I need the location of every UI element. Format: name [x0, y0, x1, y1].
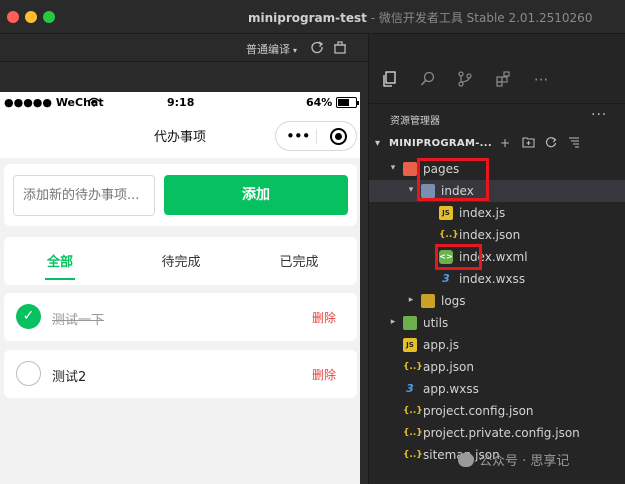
tree-item-label: project.config.json: [423, 404, 534, 418]
json-file-icon: {..}: [439, 230, 459, 240]
json-file-icon: {..}: [403, 450, 423, 460]
activity-bar: ···: [369, 34, 625, 104]
tab-completed[interactable]: 已完成: [254, 251, 344, 270]
tree-item-label: utils: [423, 316, 449, 330]
status-time: 9:18: [167, 96, 195, 109]
wifi-icon: [88, 97, 100, 107]
json-file-icon: {..}: [403, 406, 423, 416]
new-file-icon[interactable]: +: [497, 136, 513, 150]
folder-pages-icon: [403, 162, 417, 176]
tree-item-pages[interactable]: ▾ pages: [369, 158, 625, 180]
project-root-row[interactable]: ▾ MINIPROGRAM-... +: [369, 134, 625, 156]
tree-item-index[interactable]: ▾ index: [369, 180, 625, 202]
folder-logs-icon: [421, 294, 435, 308]
explorer-panel: ··· 资源管理器 ··· ▾ MINIPROGRAM-... + ▾ pages…: [368, 34, 625, 484]
phone-status-bar: ●●●●● WeChat 9:18 64%: [0, 92, 360, 114]
collapse-all-icon[interactable]: [566, 136, 582, 151]
todo-text: 测试2: [52, 370, 87, 385]
tree-item-label: logs: [441, 294, 466, 308]
delete-button[interactable]: 删除: [312, 309, 336, 326]
js-file-icon: JS: [403, 338, 417, 352]
project-name: MINIPROGRAM-...: [389, 138, 492, 149]
tree-item-index-json[interactable]: {..} index.json: [369, 224, 625, 246]
tree-item-label: project.private.config.json: [423, 426, 580, 440]
checked-circle-icon[interactable]: ✓: [16, 304, 41, 329]
todo-input[interactable]: [13, 175, 155, 216]
refresh-explorer-icon[interactable]: [543, 136, 559, 151]
todo-item: 测试2 删除: [4, 350, 357, 398]
folder-utils-icon: [403, 316, 417, 330]
close-window-button[interactable]: [7, 11, 19, 23]
index-wxml-highlight-box: [435, 244, 482, 270]
tree-item-label: app.json: [423, 360, 474, 374]
tree-item-index-wxml[interactable]: <> index.wxml: [369, 246, 625, 268]
new-folder-icon[interactable]: [520, 136, 536, 151]
capsule-divider: [316, 129, 317, 144]
tree-item-utils[interactable]: ▸ utils: [369, 312, 625, 334]
simulator-toolbar: 普通编译 ▾: [0, 34, 368, 62]
tree-item-app-js[interactable]: JS app.js: [369, 334, 625, 356]
chevron-right-icon[interactable]: ▸: [406, 295, 416, 305]
window-title: miniprogram-test - 微信开发者工具 Stable 2.01.2…: [248, 11, 593, 25]
battery-icon: [336, 97, 359, 108]
active-tab-indicator: [45, 278, 75, 280]
tree-item-label: index.wxss: [459, 272, 526, 286]
explorer-title: 资源管理器: [390, 116, 440, 127]
battery-percent: 64%: [306, 96, 333, 109]
minimize-window-button[interactable]: [25, 11, 37, 23]
chevron-right-icon[interactable]: ▸: [388, 317, 398, 327]
maximize-window-button[interactable]: [43, 11, 55, 23]
tree-item-index-wxss[interactable]: 3 index.wxss: [369, 268, 625, 290]
tab-pending[interactable]: 待完成: [136, 251, 226, 270]
wxss-file-icon: 3: [406, 382, 414, 395]
wxss-file-icon: 3: [442, 272, 450, 285]
page-navbar: 代办事项 •••: [0, 114, 360, 158]
add-button[interactable]: 添加: [164, 175, 348, 215]
tree-item-label: app.js: [423, 338, 459, 352]
source-control-icon[interactable]: [456, 71, 474, 89]
tree-item-app-wxss[interactable]: 3 app.wxss: [369, 378, 625, 400]
json-file-icon: {..}: [403, 428, 423, 438]
search-icon[interactable]: [419, 71, 437, 89]
tab-all[interactable]: 全部: [15, 251, 105, 270]
json-file-icon: {..}: [403, 362, 423, 372]
filter-tabs: 全部 待完成 已完成: [4, 237, 357, 285]
explorer-header: 资源管理器 ···: [369, 106, 625, 134]
close-miniprogram-icon[interactable]: [330, 128, 347, 145]
tree-item-app-json[interactable]: {..} app.json: [369, 356, 625, 378]
chevron-down-icon[interactable]: ▾: [406, 185, 416, 195]
clear-cache-icon[interactable]: [332, 40, 348, 56]
unchecked-circle-icon[interactable]: [16, 361, 41, 386]
phone-simulator: ●●●●● WeChat 9:18 64% 代办事项 ••• 添加 全部 待完成…: [0, 92, 360, 484]
more-actions-icon[interactable]: ···: [532, 71, 550, 89]
more-menu-icon[interactable]: •••: [286, 127, 311, 145]
explorer-files-icon[interactable]: [381, 71, 399, 89]
pages-index-highlight-box: [417, 158, 489, 201]
todo-item: ✓ 测试一下 删除: [4, 293, 357, 341]
tree-item-project-private-config-json[interactable]: {..} project.private.config.json: [369, 422, 625, 444]
js-file-icon: JS: [439, 206, 453, 220]
compile-mode-select[interactable]: 普通编译 ▾: [246, 41, 297, 57]
watermark: 公众号 · 思享记: [458, 450, 569, 469]
todo-text: 测试一下: [52, 313, 105, 328]
tree-item-label: index.js: [459, 206, 506, 220]
tree-item-logs[interactable]: ▸ logs: [369, 290, 625, 312]
add-todo-card: 添加: [4, 164, 357, 226]
tree-item-label: index.json: [459, 228, 521, 242]
wechat-logo-icon: [458, 453, 474, 467]
extensions-icon[interactable]: [494, 71, 512, 89]
chevron-down-icon[interactable]: ▾: [388, 163, 398, 173]
menu-capsule: •••: [275, 121, 357, 151]
chevron-down-icon: ▾: [375, 138, 381, 149]
delete-button[interactable]: 删除: [312, 366, 336, 383]
explorer-more-icon[interactable]: ···: [591, 107, 607, 123]
window-titlebar: miniprogram-test - 微信开发者工具 Stable 2.01.2…: [0, 0, 625, 34]
refresh-icon[interactable]: [309, 40, 325, 56]
tree-item-project-config-json[interactable]: {..} project.config.json: [369, 400, 625, 422]
tree-item-index-js[interactable]: JS index.js: [369, 202, 625, 224]
tree-item-label: app.wxss: [423, 382, 479, 396]
